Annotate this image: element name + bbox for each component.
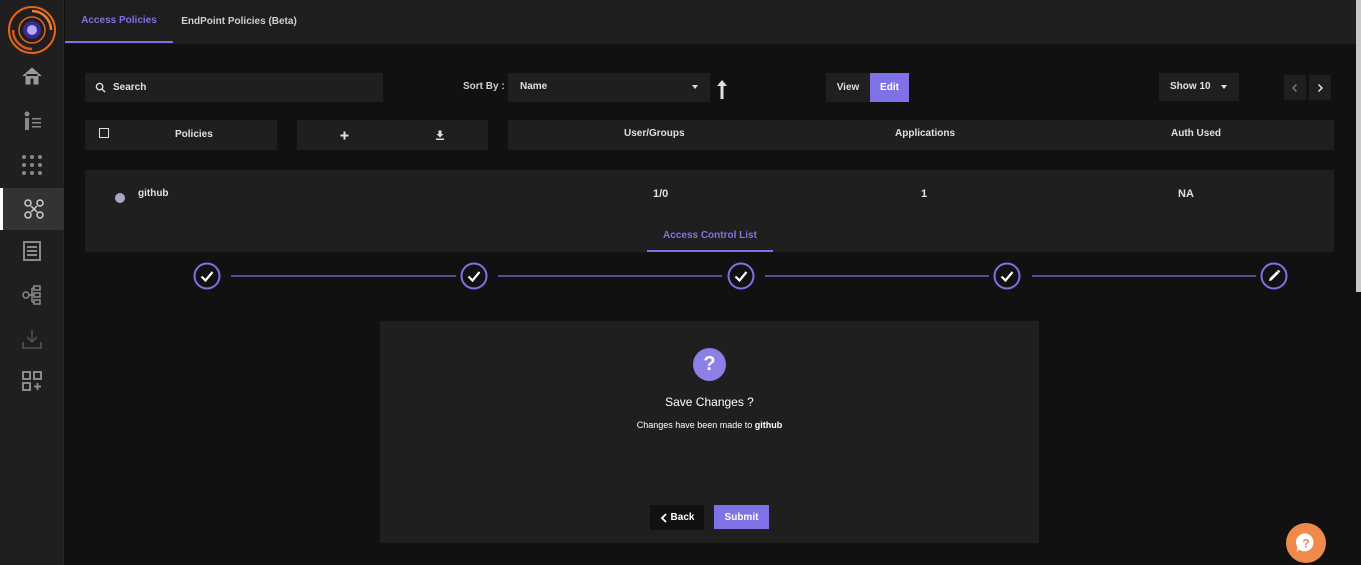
sort-by-value: Name: [520, 81, 548, 92]
user-groups-value: 1/0: [653, 188, 669, 200]
chevron-down-icon: [692, 85, 698, 89]
step-4-complete-icon[interactable]: [993, 262, 1021, 290]
sort-ascending-icon[interactable]: [714, 78, 730, 100]
auth-used-column-header: Auth Used: [1171, 128, 1221, 139]
home-icon: [22, 67, 42, 85]
access-policy-icon: [23, 199, 44, 219]
chevron-down-icon: [1221, 85, 1227, 89]
search-icon: [95, 82, 106, 93]
grid-dots-icon: [22, 155, 42, 175]
sidebar: [0, 0, 64, 565]
applications-column-header: Applications: [895, 128, 956, 139]
sidebar-item-users[interactable]: [0, 100, 64, 142]
chevron-left-icon: [660, 512, 667, 523]
view-button[interactable]: View: [826, 73, 870, 102]
sidebar-item-network[interactable]: [0, 274, 64, 316]
user-groups-column-header: User/Groups: [624, 128, 685, 139]
download-policies-icon[interactable]: [435, 130, 445, 140]
tab-endpoint-policies[interactable]: EndPoint Policies (Beta): [173, 0, 305, 43]
policy-name[interactable]: github: [138, 188, 169, 199]
add-policy-icon[interactable]: [340, 131, 349, 140]
policy-status-dot: [115, 193, 125, 203]
submit-button[interactable]: Submit: [714, 505, 769, 529]
step-5-edit-icon[interactable]: [1260, 262, 1288, 290]
sidebar-item-downloads[interactable]: [0, 318, 64, 360]
select-all-checkbox[interactable]: [99, 128, 109, 138]
sidebar-item-home[interactable]: [0, 55, 64, 97]
tab-access-policies[interactable]: Access Policies: [65, 0, 173, 43]
app-logo-icon[interactable]: [7, 5, 57, 55]
step-2-complete-icon[interactable]: [460, 262, 488, 290]
help-chat-icon: ?: [1295, 533, 1314, 553]
user-list-icon: [24, 111, 41, 130]
add-app-icon: [22, 371, 42, 391]
back-button-label: Back: [670, 512, 695, 523]
next-page-button[interactable]: [1309, 75, 1331, 100]
svg-text:?: ?: [1302, 537, 1309, 551]
sort-by-label: Sort By :: [463, 81, 505, 92]
dialog-message: Changes have been made to github: [0, 420, 1361, 430]
search-input[interactable]: Search: [85, 73, 383, 102]
download-icon: [22, 330, 42, 349]
tab-access-control-list[interactable]: Access Control List: [647, 227, 773, 252]
document-list-icon: [23, 241, 41, 261]
actions-header-cell: [297, 120, 488, 150]
sidebar-item-access-policies[interactable]: [0, 188, 64, 230]
prev-page-button[interactable]: [1284, 75, 1306, 100]
policies-column-header: Policies: [175, 129, 213, 140]
chevron-right-icon: [1317, 83, 1324, 92]
page-size-value: Show 10: [1170, 81, 1211, 92]
chevron-left-icon: [1291, 83, 1298, 92]
edit-button[interactable]: Edit: [870, 73, 909, 102]
help-button[interactable]: ?: [1286, 523, 1326, 563]
sort-by-select[interactable]: Name: [508, 73, 710, 102]
dialog-message-policy: github: [754, 420, 783, 430]
network-tree-icon: [22, 285, 41, 305]
sidebar-item-logs[interactable]: [0, 230, 64, 272]
question-icon: ?: [693, 348, 726, 381]
dialog-message-text: Changes have been made to: [636, 420, 755, 430]
step-1-complete-icon[interactable]: [193, 262, 221, 290]
search-placeholder: Search: [113, 82, 147, 93]
step-3-complete-icon[interactable]: [727, 262, 755, 290]
page-scrollbar[interactable]: [1356, 0, 1361, 292]
sidebar-item-apps[interactable]: [0, 144, 64, 186]
back-button[interactable]: Back: [650, 505, 704, 530]
applications-value: 1: [921, 188, 928, 200]
auth-used-value: NA: [1178, 188, 1194, 200]
page-size-select[interactable]: Show 10: [1159, 73, 1239, 101]
dialog-title: Save Changes ?: [665, 395, 754, 409]
